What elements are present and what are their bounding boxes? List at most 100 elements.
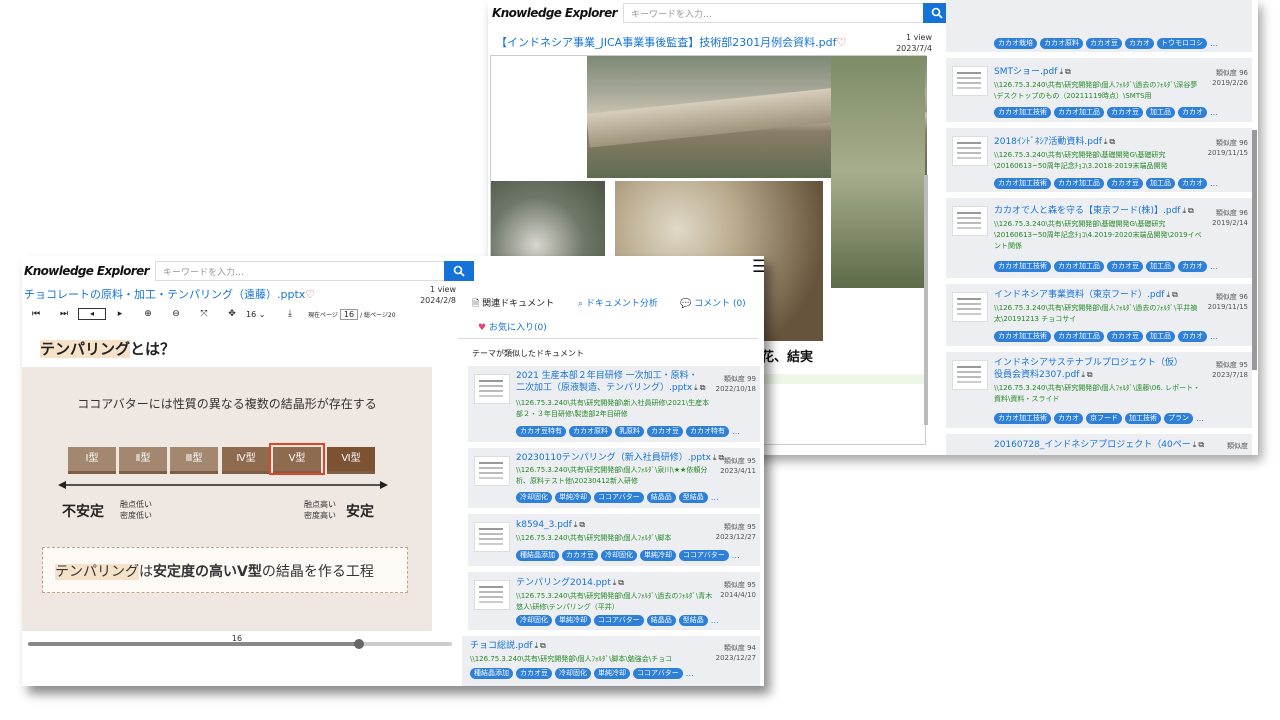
card-title[interactable]: チョコ総説.pdf ⤓ ⧉	[470, 640, 546, 652]
tag[interactable]: 乳原料	[615, 426, 644, 437]
tag[interactable]: カカオ加工技術	[994, 178, 1051, 189]
more-tags[interactable]: …	[686, 669, 694, 678]
tag[interactable]: カカオ豆	[562, 550, 598, 561]
tag[interactable]: 結晶品	[646, 492, 676, 503]
tag[interactable]: カカオ豆	[1107, 107, 1143, 118]
download-icon[interactable]: ⤓	[713, 452, 717, 464]
tag[interactable]: カカオ加工品	[1054, 261, 1104, 272]
copy-icon[interactable]: ⧉	[1188, 205, 1194, 217]
tag[interactable]: ココアバター	[633, 668, 683, 679]
tag[interactable]: 京フード	[1086, 413, 1122, 424]
tag[interactable]: トウモロコシ	[1157, 38, 1207, 49]
download-icon[interactable]: ⤓	[1059, 66, 1063, 78]
download-icon[interactable]: ⤓	[1182, 205, 1186, 217]
download-icon[interactable]: ⤓	[574, 519, 578, 531]
list-item[interactable]: チョコ総説.pdf ⤓ ⧉ 類似度 94 2023/12/27 \\126.75.3.…	[462, 636, 760, 686]
more-tags[interactable]: …	[1210, 108, 1218, 117]
download-icon[interactable]: ⤓	[1193, 439, 1197, 451]
list-item[interactable]: 2018ｲﾝﾄﾞﾈｼｱ活動資料.pdf ⤓ ⧉ 類似度 96 2019/11/15 \…	[946, 128, 1252, 192]
tag[interactable]: カカオ加工技術	[994, 107, 1051, 118]
tab-favorite[interactable]: ♥ お気に入り(0)	[478, 320, 547, 333]
tag[interactable]: ココアバター	[594, 615, 644, 626]
list-item[interactable]: 2021 生産本部２年目研修 一次加工・原料・二次加工（原液製造、テンパリング）…	[468, 366, 760, 442]
more-tags[interactable]: …	[732, 551, 740, 560]
search-input[interactable]: キーワードを入力…	[154, 261, 445, 281]
viewer-scrollbar[interactable]	[924, 175, 928, 425]
tag[interactable]: プラン	[1164, 413, 1193, 424]
tag[interactable]: 加工品	[1146, 261, 1175, 272]
page-slider-thumb[interactable]	[353, 639, 364, 649]
list-item[interactable]: 20160728_インドネシアプロジェクト（40ペー ⤓ ⧉ 類似度	[946, 434, 1252, 455]
tag[interactable]: 加工品	[1146, 331, 1175, 342]
list-item[interactable]: テンパリング2014.ppt ⤓ ⧉ 類似度 95 2014/4/10 \\126.7…	[468, 572, 760, 630]
tag[interactable]: 単純冷却	[594, 668, 630, 679]
tag[interactable]: カカオ加工技術	[994, 261, 1051, 272]
tag[interactable]: カカオ豆	[647, 426, 683, 437]
tag[interactable]: カカオ加工品	[1054, 107, 1104, 118]
download-icon[interactable]: ⤓	[613, 577, 617, 589]
more-tags[interactable]: …	[711, 616, 719, 625]
tag[interactable]: カカオ原料	[569, 426, 612, 437]
download-icon[interactable]: ⤓	[276, 309, 304, 319]
tag[interactable]: 種結晶添加	[470, 668, 513, 679]
search-button[interactable]	[444, 261, 474, 281]
tag[interactable]: カカオ加工品	[1054, 331, 1104, 342]
tag[interactable]: カカオ	[1178, 331, 1207, 342]
copy-icon[interactable]: ⧉	[540, 640, 546, 652]
more-tags[interactable]: …	[1210, 39, 1218, 48]
tag[interactable]: カカオ原料	[1040, 38, 1083, 49]
tag[interactable]: 種結晶添加	[516, 550, 559, 561]
tag[interactable]: カカオ特有	[686, 426, 729, 437]
doc-title[interactable]: チョコレートの原料・加工・テンパリング（遠藤）.pptx♡	[24, 286, 315, 302]
more-tags[interactable]: …	[1210, 179, 1218, 188]
fullscreen-icon[interactable]: ✥	[218, 309, 246, 319]
heart-icon[interactable]: ♡	[305, 288, 315, 301]
tag[interactable]: カカオ豆特有	[516, 426, 566, 437]
list-item[interactable]: インドネシア事業資料（東京フード）.pdf ⤓ ⧉ 類似度 96 2019/11/15…	[946, 284, 1252, 346]
download-icon[interactable]: ⤓	[694, 382, 698, 394]
tag[interactable]: 型結晶	[678, 492, 708, 503]
copy-icon[interactable]: ⧉	[1109, 136, 1115, 148]
next-page-icon[interactable]: ▸	[106, 309, 134, 319]
tab-analysis[interactable]: ⌕ ドキュメント分析	[578, 296, 658, 309]
tag[interactable]: カカオ	[1178, 261, 1207, 272]
list-item[interactable]: インドネシアサステナブルプロジェクト（仮）役員会資料2307.pdf ⤓ ⧉ 類似度…	[946, 352, 1252, 428]
tab-comment[interactable]: 💬 コメント (0)	[680, 296, 746, 309]
download-icon[interactable]: ⤓	[1166, 289, 1170, 301]
copy-icon[interactable]: ⧉	[1172, 289, 1178, 301]
first-page-icon[interactable]: ⏮	[22, 309, 50, 319]
copy-icon[interactable]: ⧉	[618, 577, 624, 589]
zoom-in-icon[interactable]: ⊕	[134, 309, 162, 319]
tag[interactable]: カカオ加工技術	[994, 413, 1051, 424]
card-title[interactable]: インドネシア事業資料（東京フード）.pdf ⤓ ⧉	[994, 289, 1178, 301]
list-item[interactable]: SMTショー.pdf ⤓ ⧉ 類似度 96 2019/2/26 \\126.75.3.…	[946, 58, 1252, 122]
card-title[interactable]: SMTショー.pdf ⤓ ⧉	[994, 66, 1071, 78]
search-input[interactable]: キーワードを入力…	[622, 3, 923, 23]
copy-icon[interactable]: ⧉	[1065, 66, 1071, 78]
tag[interactable]: カカオ栽培	[994, 38, 1037, 49]
tag[interactable]: 加工品	[1146, 107, 1175, 118]
last-page-icon[interactable]: ⏭	[50, 309, 78, 319]
tab-related[interactable]: 🗎 関連ドキュメント	[472, 296, 555, 314]
list-item[interactable]: k8594_3.pdf ⤓ ⧉ 類似度 95 2023/12/27 \\126.75.…	[468, 514, 760, 566]
card-title[interactable]: 2018ｲﾝﾄﾞﾈｼｱ活動資料.pdf ⤓ ⧉	[994, 136, 1115, 148]
download-icon[interactable]: ⤓	[1104, 136, 1108, 148]
heart-icon[interactable]: ♡	[837, 36, 847, 49]
tag[interactable]: ココアバター	[679, 550, 729, 561]
card-title[interactable]: カカオで人と森を守る【東京フード(株)】.pdf ⤓ ⧉	[994, 205, 1194, 217]
list-item[interactable]: カカオ栽培 カカオ原料 カカオ豆 カカオ トウモロコシ …	[946, 0, 1252, 52]
tag[interactable]: カカオ豆	[1086, 38, 1122, 49]
tag[interactable]: カカオ豆	[1107, 331, 1143, 342]
more-tags[interactable]: …	[711, 493, 719, 502]
copy-icon[interactable]: ⧉	[1087, 369, 1093, 381]
card-title[interactable]: テンパリング2014.ppt ⤓ ⧉	[516, 577, 624, 589]
doc-title[interactable]: 【インドネシア事業_JICA事業事後監査】技術部2301月例会資料.pdf♡	[496, 34, 846, 50]
tag[interactable]: 単純冷却	[555, 615, 591, 626]
page-slider[interactable]	[28, 639, 452, 649]
tag[interactable]: カカオ加工技術	[994, 331, 1051, 342]
tag[interactable]: 型結晶	[678, 615, 708, 626]
more-tags[interactable]: …	[1210, 332, 1218, 341]
tag[interactable]: 冷却固化	[516, 492, 552, 503]
tag[interactable]: カカオ豆	[1107, 261, 1143, 272]
list-item[interactable]: 20230110テンパリング（新入社員研修）.pptx ⤓ ⧉ 類似度 95 2023…	[468, 448, 760, 508]
